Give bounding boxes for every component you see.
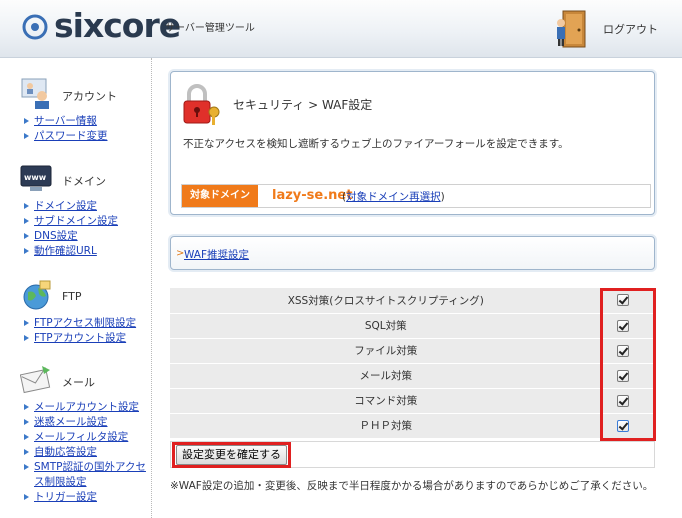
sidebar-item-ftp-access[interactable]: FTPアクセス制限設定 <box>20 316 152 331</box>
domain-reselect-wrap: (対象ドメイン再選択) <box>342 189 445 204</box>
target-domain-badge: 対象ドメイン <box>182 185 258 207</box>
sidebar-link[interactable]: FTPアクセス制限設定 <box>34 317 136 329</box>
waf-row-label: コマンド対策 <box>170 388 602 414</box>
logout-label: ログアウト <box>603 23 658 36</box>
domain-www-icon: www <box>20 165 52 191</box>
sidebar-item-trigger[interactable]: トリガー設定 <box>20 490 152 505</box>
waf-row-label: ＰＨＰ対策 <box>170 413 602 439</box>
sidebar-item-password[interactable]: パスワード変更 <box>20 129 152 144</box>
sidebar-link[interactable]: サーバー情報 <box>34 115 97 127</box>
sidebar: アカウント サーバー情報 パスワード変更 www ドメイン ドメイン設定 サブド… <box>0 58 152 518</box>
sidebar-section-account: アカウント サーバー情報 パスワード変更 <box>20 78 152 144</box>
waf-row-label: SQL対策 <box>170 313 602 339</box>
paren-close: ) <box>440 191 445 203</box>
sidebar-item-subdomain[interactable]: サブドメイン設定 <box>20 214 152 229</box>
table-row: ＰＨＰ対策 <box>170 413 655 439</box>
svg-text:www: www <box>24 173 47 182</box>
waf-row-label: メール対策 <box>170 363 602 389</box>
logout-button[interactable]: ログアウト <box>553 8 658 50</box>
target-domain-bar: 対象ドメイン lazy-se.net (対象ドメイン再選択) <box>181 184 651 208</box>
sidebar-link[interactable]: DNS設定 <box>34 230 78 242</box>
security-lock-icon <box>183 84 220 125</box>
logo-subtitle: サーバー管理ツール <box>165 23 255 34</box>
waf-recommend-panel: > WAF推奨設定 <box>170 236 655 270</box>
sidebar-item-spam[interactable]: 迷惑メール設定 <box>20 415 152 430</box>
sidebar-link[interactable]: トリガー設定 <box>34 491 97 503</box>
sidebar-section-title: FTP <box>62 290 82 303</box>
sidebar-item-domain-settings[interactable]: ドメイン設定 <box>20 199 152 214</box>
logout-door-icon <box>557 10 586 48</box>
table-row: ファイル対策 <box>170 338 655 364</box>
page-title: セキュリティ > WAF設定 <box>233 98 373 112</box>
sidebar-section-title: ドメイン <box>62 175 106 188</box>
sidebar-item-smtp-restriction[interactable]: SMTP認証の国外アクセス制限設定 <box>20 460 152 490</box>
waf-row-label: XSS対策(クロスサイトスクリプティング) <box>170 288 602 314</box>
waf-settings-table: XSS対策(クロスサイトスクリプティング) SQL対策 ファイル対策 メール対策… <box>170 288 655 439</box>
page-header-panel: セキュリティ > WAF設定 不正なアクセスを検知し遮断するウェブ上のファイアー… <box>170 71 655 215</box>
sixcore-logo-icon <box>22 14 48 40</box>
sidebar-item-mail-account[interactable]: メールアカウント設定 <box>20 400 152 415</box>
sidebar-link[interactable]: 迷惑メール設定 <box>34 416 108 428</box>
table-row: コマンド対策 <box>170 388 655 414</box>
sidebar-link[interactable]: 動作確認URL <box>34 245 97 257</box>
waf-note: ※WAF設定の追加・変更後、反映まで半日程度かかる場合がありますのであらかじめご… <box>170 480 654 492</box>
domain-reselect-link[interactable]: 対象ドメイン再選択 <box>346 191 441 203</box>
waf-row-label: ファイル対策 <box>170 338 602 364</box>
sidebar-item-mail-filter[interactable]: メールフィルタ設定 <box>20 430 152 445</box>
sidebar-link[interactable]: サブドメイン設定 <box>34 215 118 227</box>
app-header: sixcore サーバー管理ツール ログアウト <box>0 0 682 58</box>
account-icon <box>21 78 49 109</box>
ftp-globe-icon <box>23 280 51 310</box>
sidebar-link[interactable]: FTPアカウント設定 <box>34 332 126 344</box>
table-row: SQL対策 <box>170 313 655 339</box>
target-domain-name: lazy-se.net <box>272 188 353 203</box>
sidebar-item-auto-reply[interactable]: 自動応答設定 <box>20 445 152 460</box>
sidebar-item-check-url[interactable]: 動作確認URL <box>20 244 152 259</box>
mail-envelope-icon <box>20 366 51 394</box>
highlight-frame-submit <box>172 442 291 468</box>
page-description: 不正なアクセスを検知し遮断するウェブ上のファイアーフォールを設定できます。 <box>183 138 569 150</box>
sidebar-section-domain: www ドメイン ドメイン設定 サブドメイン設定 DNS設定 動作確認URL <box>20 163 152 259</box>
logo-text: sixcore <box>54 6 181 45</box>
sidebar-section-mail: メール メールアカウント設定 迷惑メール設定 メールフィルタ設定 自動応答設定 … <box>20 364 152 505</box>
sidebar-item-dns[interactable]: DNS設定 <box>20 229 152 244</box>
highlight-frame-checkboxes <box>600 288 656 441</box>
sidebar-link[interactable]: メールアカウント設定 <box>34 401 139 413</box>
sidebar-section-ftp: FTP FTPアクセス制限設定 FTPアカウント設定 <box>20 280 152 346</box>
waf-recommend-link[interactable]: WAF推奨設定 <box>184 247 249 262</box>
sidebar-link[interactable]: 自動応答設定 <box>34 446 97 458</box>
sidebar-item-server-info[interactable]: サーバー情報 <box>20 114 152 129</box>
sidebar-link[interactable]: パスワード変更 <box>34 130 108 142</box>
sidebar-link[interactable]: SMTP認証の国外アクセス制限設定 <box>34 461 146 488</box>
table-row: XSS対策(クロスサイトスクリプティング) <box>170 288 655 314</box>
sidebar-link[interactable]: ドメイン設定 <box>34 200 97 212</box>
sidebar-item-ftp-account[interactable]: FTPアカウント設定 <box>20 331 152 346</box>
sidebar-link[interactable]: メールフィルタ設定 <box>34 431 128 443</box>
sidebar-section-title: メール <box>62 376 95 389</box>
table-row: メール対策 <box>170 363 655 389</box>
sidebar-section-title: アカウント <box>62 90 117 103</box>
